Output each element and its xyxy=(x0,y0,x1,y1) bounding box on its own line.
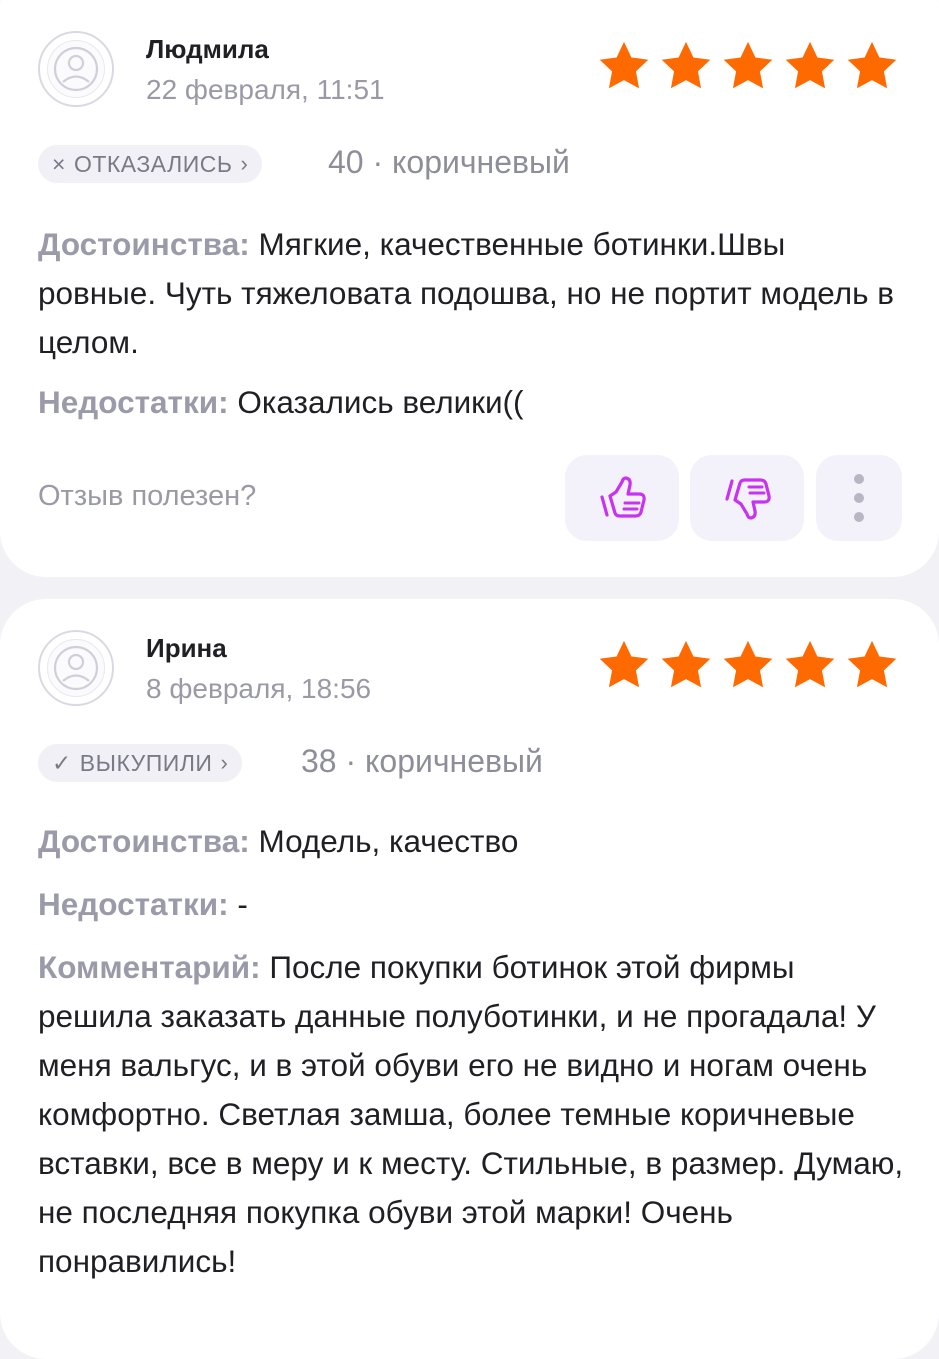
purchase-status-badge[interactable]: ✓ ВЫКУПИЛИ › xyxy=(38,744,243,782)
review-author: Ирина xyxy=(146,633,227,663)
pros-label: Достоинства: xyxy=(38,226,250,262)
review-date: 22 февраля, 11:51 xyxy=(146,74,385,105)
star-icon xyxy=(723,41,773,89)
thumbs-down-icon xyxy=(725,478,771,520)
check-icon: ✓ xyxy=(52,749,72,776)
review-pros: Достоинства: Мягкие, качественные ботинк… xyxy=(38,220,908,367)
user-placeholder-icon xyxy=(53,46,99,92)
more-vertical-icon-dot xyxy=(854,493,864,503)
review-cons: Недостатки: Оказались велики(( xyxy=(38,378,908,427)
star-icon xyxy=(785,41,835,89)
more-vertical-icon xyxy=(854,474,864,484)
status-label: ВЫКУПИЛИ xyxy=(79,749,213,776)
like-button[interactable] xyxy=(565,455,679,541)
pros-text: Модель, качество xyxy=(249,823,519,859)
pros-label: Достоинства: xyxy=(38,823,250,859)
chevron-right-icon: › xyxy=(240,151,249,176)
cons-text: - xyxy=(228,886,248,922)
thumbs-up-icon xyxy=(600,476,646,518)
star-icon xyxy=(785,640,835,688)
rating-stars xyxy=(597,639,899,691)
purchase-status-badge[interactable]: × ОТКАЗАЛИСЬ › xyxy=(38,145,263,183)
comment-label: Комментарий: xyxy=(38,949,261,985)
status-label: ОТКАЗАЛИСЬ xyxy=(73,150,233,177)
review-pros: Достоинства: Модель, качество xyxy=(38,817,908,866)
comment-text: После покупки ботинок этой фирмы решила … xyxy=(38,949,904,1279)
review-card: Людмила 22 февраля, 11:51 × ОТКАЗАЛИСЬ ›… xyxy=(0,0,939,577)
helpful-question: Отзыв полезен? xyxy=(38,480,257,512)
review-comment: Комментарий: После покупки ботинок этой … xyxy=(38,943,908,1286)
more-options-button[interactable] xyxy=(816,455,902,541)
review-date: 8 февраля, 18:56 xyxy=(146,673,372,704)
review-cons: Недостатки: - xyxy=(38,880,908,929)
star-icon xyxy=(847,640,897,688)
dislike-button[interactable] xyxy=(690,455,804,541)
cross-icon: × xyxy=(52,150,66,177)
variant-info: 38 · коричневый xyxy=(301,743,543,779)
star-icon xyxy=(661,41,711,89)
user-placeholder-icon xyxy=(53,645,99,691)
more-vertical-icon-dot xyxy=(854,512,864,522)
star-icon xyxy=(847,41,897,89)
star-icon xyxy=(599,640,649,688)
review-author: Людмила xyxy=(146,34,269,64)
chevron-right-icon: › xyxy=(220,750,229,775)
cons-label: Недостатки: xyxy=(38,384,229,420)
star-icon xyxy=(661,640,711,688)
star-icon xyxy=(599,41,649,89)
cons-label: Недостатки: xyxy=(38,886,229,922)
star-icon xyxy=(723,640,773,688)
cons-text: Оказались велики(( xyxy=(228,384,524,420)
variant-info: 40 · коричневый xyxy=(328,144,570,180)
avatar xyxy=(38,630,114,706)
rating-stars xyxy=(597,40,899,92)
review-card: Ирина 8 февраля, 18:56 ✓ ВЫКУПИЛИ › 38 ·… xyxy=(0,599,939,1359)
avatar xyxy=(38,31,114,107)
